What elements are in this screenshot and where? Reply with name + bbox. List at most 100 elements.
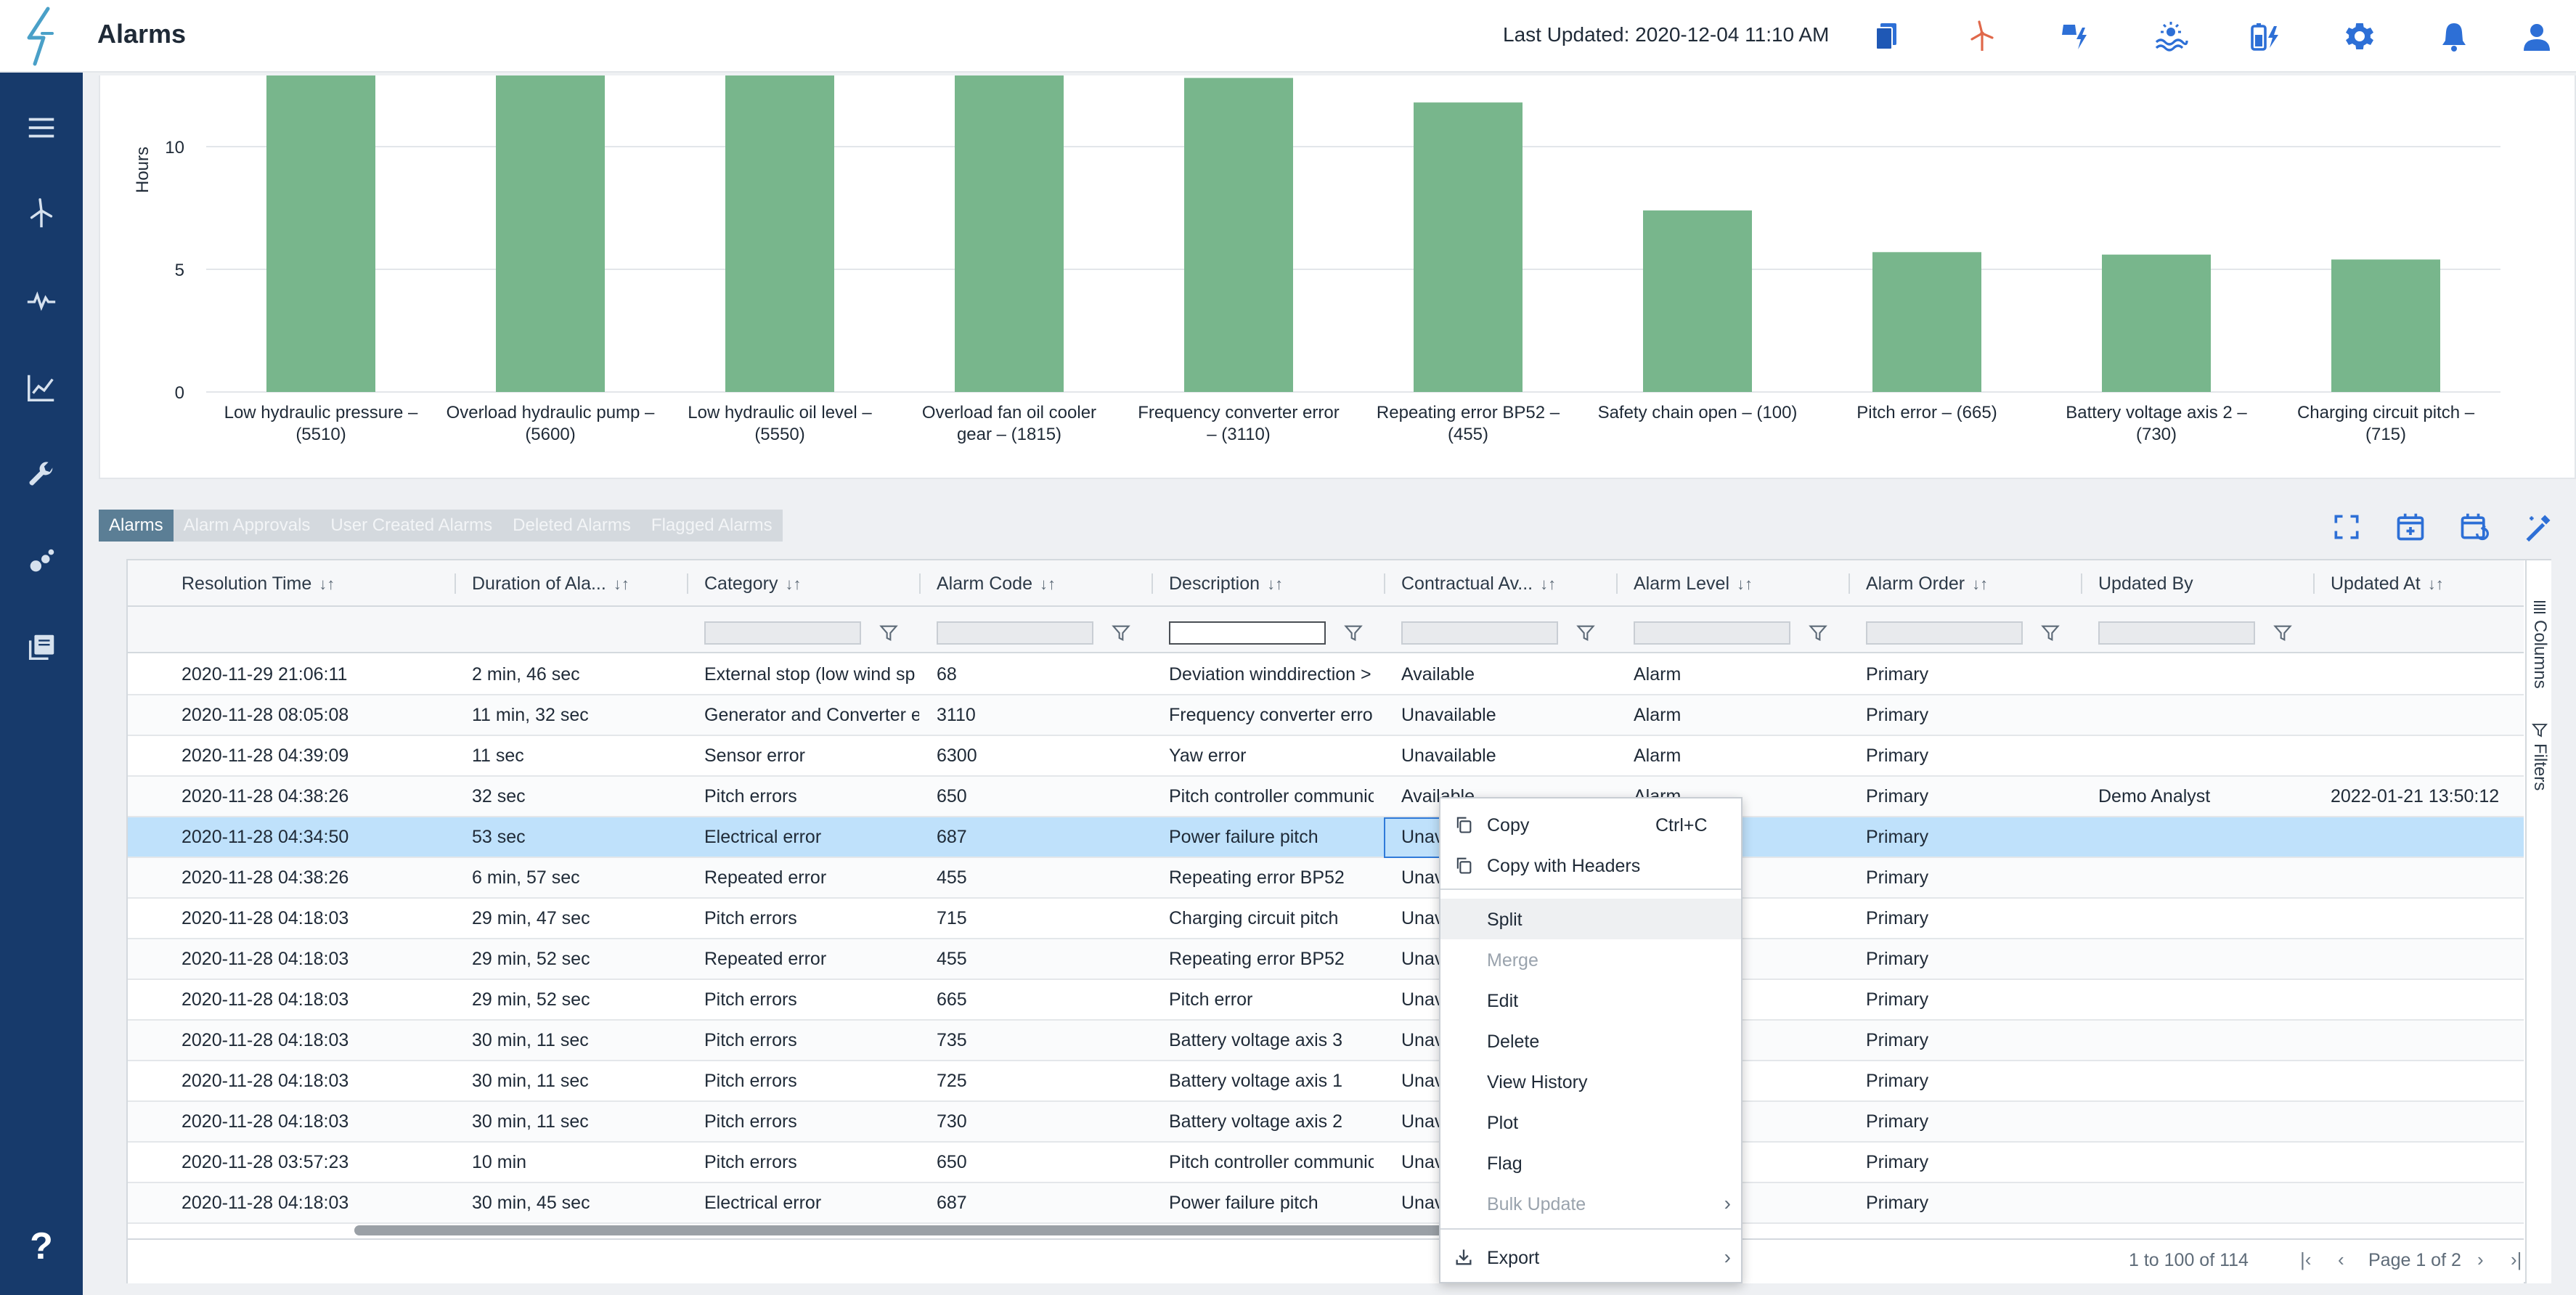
table-cell[interactable]: Battery voltage axis 3 [1153,1021,1374,1060]
table-cell[interactable] [2315,817,2524,857]
column-header[interactable]: Updated By [2082,560,2313,607]
table-row[interactable]: 2020-11-28 04:39:09 11 sec Sensor error 630… [128,736,2524,777]
battery-icon[interactable] [2245,16,2286,57]
table-cell[interactable]: 715 [921,899,1152,938]
table-cell[interactable] [2082,1021,2313,1060]
menu-item-copy[interactable]: Copy Ctrl+C [1440,804,1741,845]
table-cell[interactable]: Sensor error [688,736,919,775]
table-cell[interactable]: Pitch errors [688,1102,919,1141]
table-cell[interactable]: Charging circuit pitch [1153,899,1374,938]
table-cell[interactable]: Deviation winddirection > [1153,655,1374,694]
menu-item-split[interactable]: Split [1440,899,1741,939]
bar[interactable] [1643,210,1752,392]
tab-user-created-alarms[interactable]: User Created Alarms [320,510,502,542]
sort-icon[interactable]: ↓↑ [2428,575,2444,593]
table-cell[interactable]: 665 [921,980,1152,1019]
table-cell[interactable] [2082,655,2313,694]
table-cell[interactable]: Alarm [1618,655,1849,694]
table-cell[interactable]: Electrical error [688,1183,919,1222]
table-cell[interactable]: Demo Analyst [2082,777,2313,816]
table-cell[interactable]: Repeating error BP52 [1153,939,1374,979]
table-cell[interactable] [2315,899,2524,938]
table-cell[interactable]: Primary [1850,899,2081,938]
table-cell[interactable]: Repeated error [688,939,919,979]
documents-icon[interactable] [1867,16,1908,57]
sort-icon[interactable]: ↓↑ [1737,575,1753,593]
bar[interactable] [2102,254,2211,392]
table-cell[interactable] [2315,736,2524,775]
columns-panel-button[interactable]: Columns [2527,598,2553,689]
user-icon[interactable] [2516,16,2557,57]
table-row[interactable]: 2020-11-28 04:38:26 32 sec Pitch errors 650… [128,777,2524,817]
table-cell[interactable]: Alarm [1618,736,1849,775]
bar[interactable] [725,75,834,392]
table-cell[interactable] [2315,980,2524,1019]
wind-turbine-icon[interactable] [1962,16,2002,57]
column-header[interactable]: Contractual Av... ↓↑ [1385,560,1616,607]
table-cell[interactable]: 11 sec [456,736,687,775]
filter-input[interactable] [1169,621,1326,645]
table-cell[interactable]: Pitch controller communic [1153,777,1374,816]
table-cell[interactable]: 30 min, 11 sec [456,1021,687,1060]
filter-icon[interactable] [2273,623,2293,643]
bar[interactable] [1872,252,1981,392]
sort-icon[interactable]: ↓↑ [1267,575,1283,593]
menu-item-plot[interactable]: Plot [1440,1102,1741,1143]
table-cell[interactable]: 2020-11-28 04:18:03 [166,980,456,1019]
table-cell[interactable] [2315,1183,2524,1222]
filter-icon[interactable] [1576,623,1596,643]
column-header[interactable]: Updated At ↓↑ [2315,560,2524,607]
table-cell[interactable]: 2020-11-28 03:57:23 [166,1143,456,1182]
sort-icon[interactable]: ↓↑ [1040,575,1056,593]
column-header[interactable]: Alarm Order ↓↑ [1850,560,2081,607]
bar[interactable] [1184,78,1293,393]
table-cell[interactable]: Primary [1850,736,2081,775]
tab-alarms[interactable]: Alarms [99,510,174,542]
table-cell[interactable]: 650 [921,1143,1152,1182]
table-cell[interactable]: 29 min, 47 sec [456,899,687,938]
fullscreen-icon[interactable] [2328,508,2365,546]
table-cell[interactable]: Alarm [1618,695,1849,735]
sort-icon[interactable]: ↓↑ [1972,575,1988,593]
filters-panel-button[interactable]: Filters [2527,722,2553,791]
sort-icon[interactable]: ↓↑ [319,575,335,593]
filter-input[interactable] [2098,621,2255,645]
filter-input[interactable] [1401,621,1558,645]
calendar-refresh-icon[interactable] [2455,508,2493,546]
column-header[interactable]: Alarm Level ↓↑ [1618,560,1849,607]
table-cell[interactable]: 11 min, 32 sec [456,695,687,735]
table-cell[interactable]: Pitch controller communic [1153,1143,1374,1182]
table-cell[interactable]: Primary [1850,858,2081,897]
column-header[interactable]: Category ↓↑ [688,560,919,607]
table-cell[interactable]: 455 [921,858,1152,897]
table-cell[interactable]: Primary [1850,939,2081,979]
table-cell[interactable]: 29 min, 52 sec [456,939,687,979]
table-cell[interactable]: 30 min, 11 sec [456,1061,687,1100]
sort-icon[interactable]: ↓↑ [614,575,629,593]
filter-input[interactable] [1866,621,2023,645]
table-row[interactable]: 2020-11-28 04:18:03 29 min, 52 sec Repeate… [128,939,2524,980]
filter-icon[interactable] [1343,623,1364,643]
table-cell[interactable]: Repeated error [688,858,919,897]
table-cell[interactable]: Primary [1850,1061,2081,1100]
next-page-button[interactable]: › [2477,1249,2484,1271]
table-row[interactable]: 2020-11-28 04:18:03 29 min, 47 sec Pitch e… [128,899,2524,939]
library-icon[interactable] [18,624,65,671]
table-cell[interactable]: Repeating error BP52 [1153,858,1374,897]
table-cell[interactable]: 30 min, 11 sec [456,1102,687,1141]
table-cell[interactable]: Pitch errors [688,899,919,938]
table-cell[interactable]: Generator and Converter e [688,695,919,735]
table-cell[interactable]: 6300 [921,736,1152,775]
column-header[interactable]: Resolution Time ↓↑ [166,560,456,607]
table-cell[interactable]: Primary [1850,817,2081,857]
table-cell[interactable]: 3110 [921,695,1152,735]
menu-icon[interactable] [18,105,65,151]
table-row[interactable]: 2020-11-28 04:18:03 29 min, 52 sec Pitch e… [128,980,2524,1021]
table-cell[interactable]: Battery voltage axis 2 [1153,1102,1374,1141]
table-cell[interactable]: 2020-11-28 04:18:03 [166,1102,456,1141]
table-cell[interactable]: 730 [921,1102,1152,1141]
table-cell[interactable]: 2020-11-28 04:39:09 [166,736,456,775]
table-cell[interactable]: Pitch errors [688,1143,919,1182]
table-cell[interactable] [2082,1143,2313,1182]
table-cell[interactable]: Primary [1850,655,2081,694]
